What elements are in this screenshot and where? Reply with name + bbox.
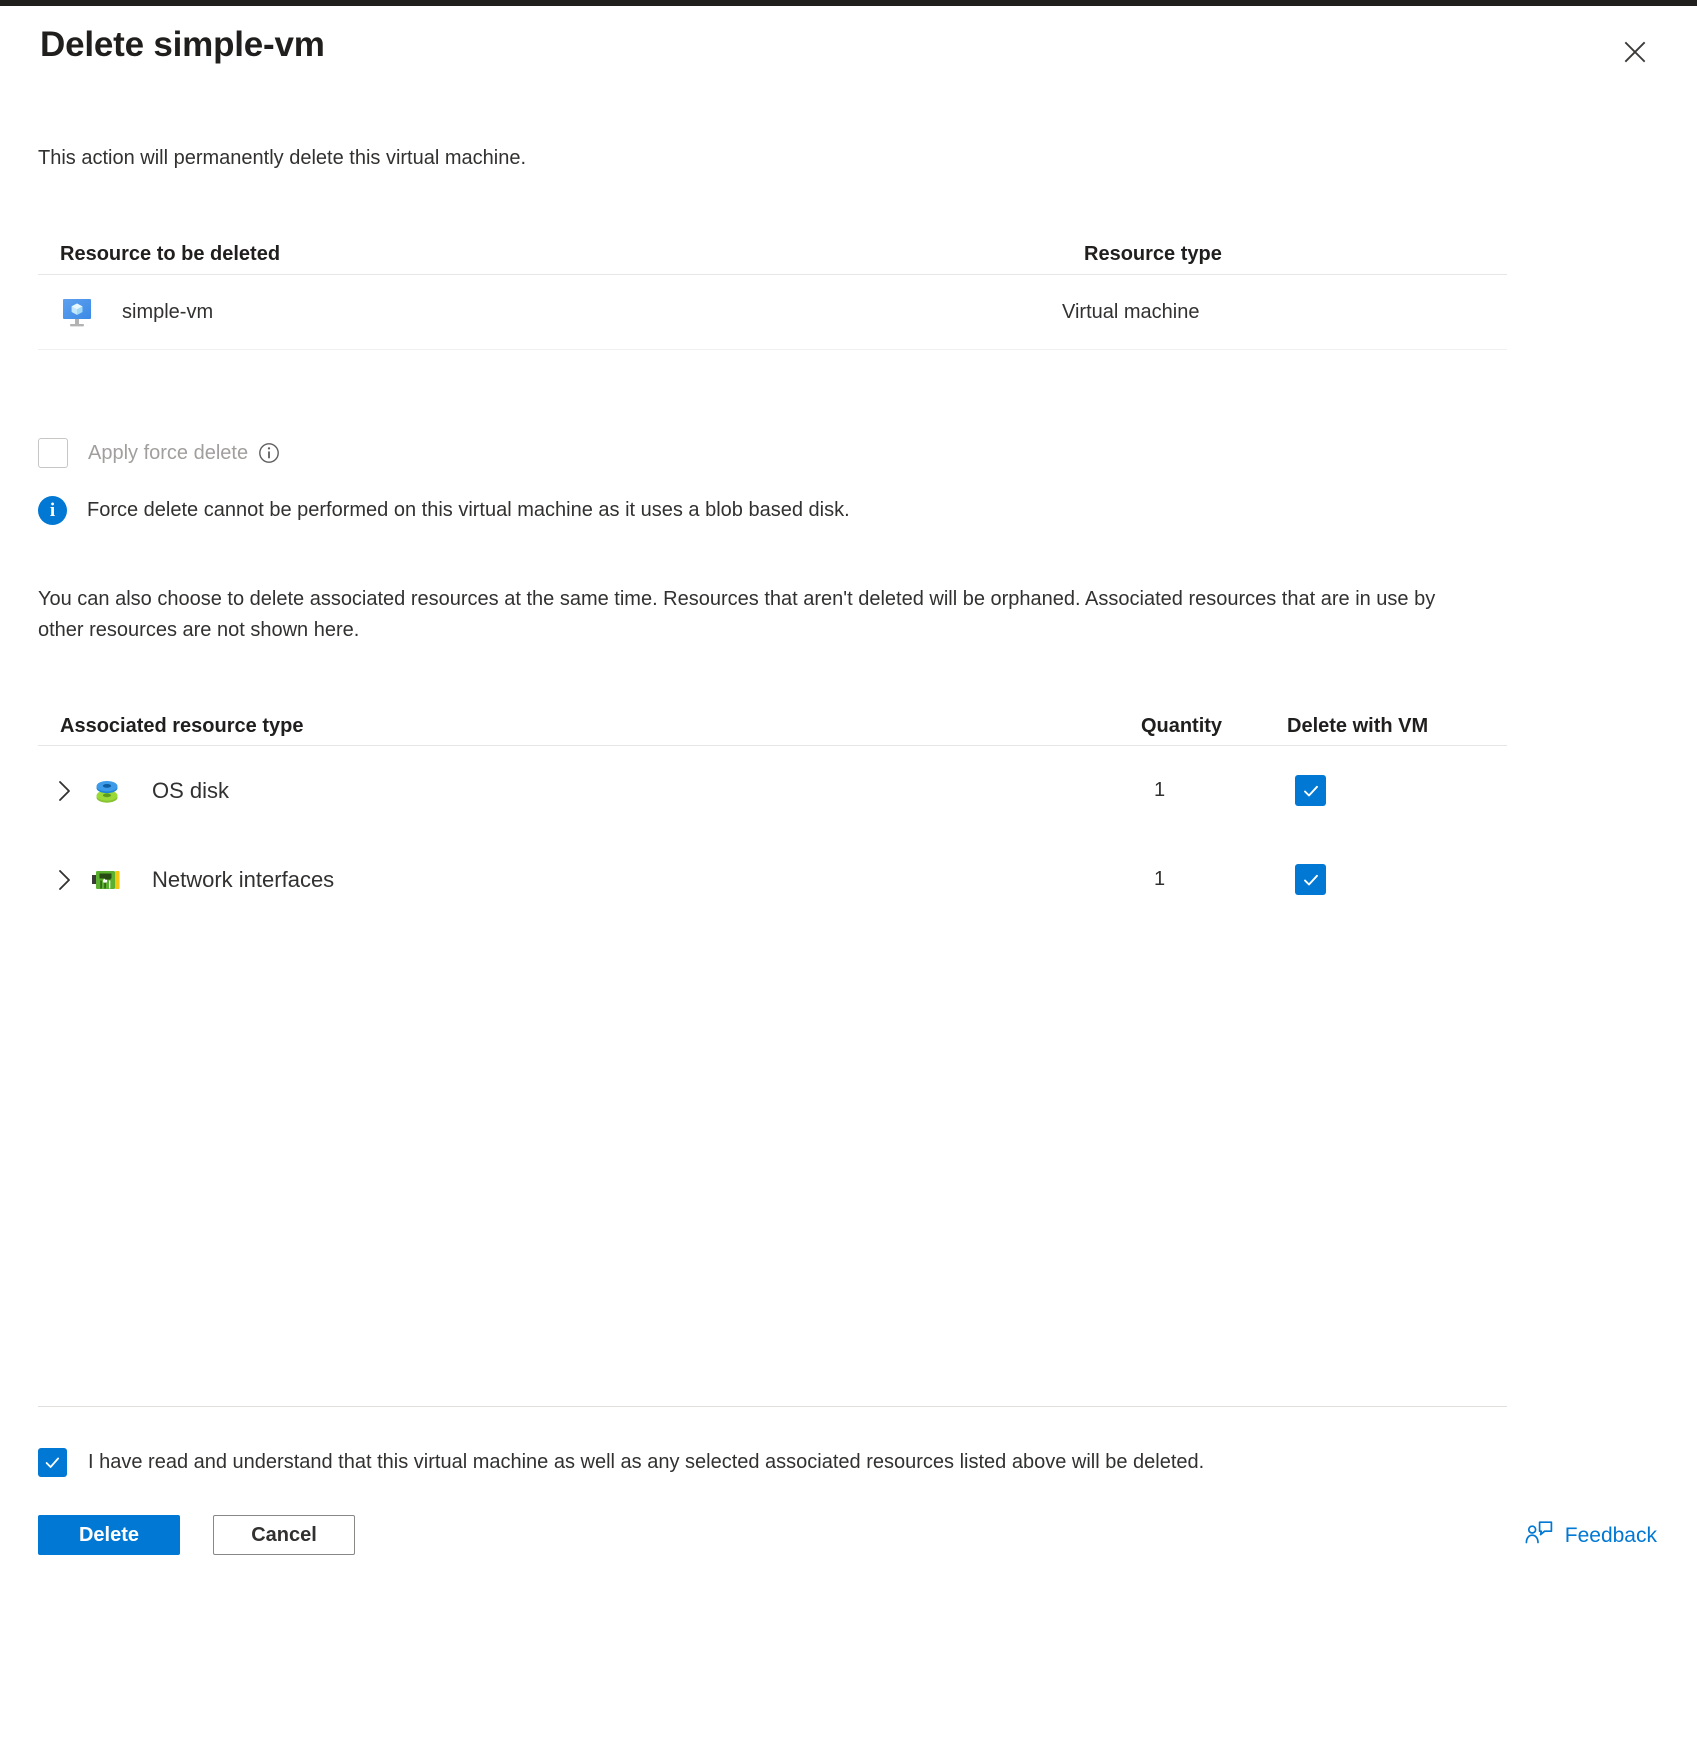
network-interface-icon-glyph — [92, 870, 120, 889]
chevron-right-icon[interactable] — [38, 867, 90, 893]
table-row: simple-vm Virtual machine — [38, 275, 1507, 350]
associated-resources-table: Associated resource type Quantity Delete… — [38, 688, 1507, 924]
table-row: Network interfaces 1 — [38, 835, 1507, 924]
column-header-quantity: Quantity — [1140, 715, 1223, 737]
delete-button[interactable]: Delete — [38, 1515, 180, 1555]
column-header-delete-with-vm: Delete with VM — [1287, 715, 1429, 737]
column-header-resource-type: Resource type — [1084, 243, 1222, 265]
footer-divider — [38, 1406, 1507, 1407]
delete-vm-blade: Delete simple-vm This action will perman… — [0, 6, 1697, 1747]
feedback-link[interactable]: Feedback — [1525, 1520, 1657, 1551]
footer-buttons: Delete Cancel — [38, 1515, 355, 1555]
acknowledgement-checkbox[interactable] — [38, 1448, 67, 1477]
info-outline-icon[interactable] — [258, 442, 280, 464]
resource-table: Resource to be deleted Resource type sim… — [38, 218, 1507, 350]
network-interface-icon — [90, 863, 124, 897]
column-header-associated-type: Associated resource type — [60, 715, 304, 737]
chevron-right-icon-glyph — [59, 869, 70, 890]
virtual-machine-icon — [58, 293, 96, 331]
resource-type-label: Virtual machine — [1062, 300, 1200, 323]
close-icon-glyph — [1624, 41, 1646, 63]
blade-header: Delete simple-vm — [40, 22, 1657, 92]
delete-with-vm-cell — [1257, 775, 1326, 806]
associated-quantity: 1 — [1153, 779, 1166, 801]
checkmark-icon — [1303, 874, 1318, 885]
associated-table-header: Associated resource type Quantity Delete… — [38, 688, 1507, 746]
associated-type-cell: OS disk — [38, 774, 1062, 808]
feedback-label: Feedback — [1564, 1523, 1657, 1547]
table-row: OS disk 1 — [38, 746, 1507, 835]
apply-force-delete-row: Apply force delete — [38, 431, 280, 475]
apply-force-delete-checkbox[interactable] — [38, 438, 68, 468]
chevron-right-icon-glyph — [59, 780, 70, 801]
acknowledgement-label: I have read and understand that this vir… — [88, 1451, 1205, 1473]
checkmark-icon — [1303, 785, 1318, 796]
delete-with-vm-checkbox[interactable] — [1295, 864, 1326, 895]
associated-resources-description: You can also choose to delete associated… — [38, 588, 1436, 641]
checkmark-icon — [45, 1457, 60, 1468]
resource-name-cell: simple-vm — [38, 293, 1062, 331]
info-outline-icon-glyph — [259, 443, 280, 463]
associated-quantity: 1 — [1153, 868, 1166, 890]
intro-text: This action will permanently delete this… — [38, 147, 526, 169]
force-delete-info-text: Force delete cannot be performed on this… — [87, 499, 850, 521]
delete-with-vm-cell — [1257, 864, 1326, 895]
resource-name-label: simple-vm — [122, 300, 214, 323]
os-disk-icon — [90, 774, 124, 808]
column-header-resource-name: Resource to be deleted — [60, 243, 281, 265]
cancel-button[interactable]: Cancel — [213, 1515, 355, 1555]
apply-force-delete-label: Apply force delete — [88, 441, 249, 464]
delete-with-vm-checkbox[interactable] — [1295, 775, 1326, 806]
chevron-right-icon[interactable] — [38, 778, 90, 804]
virtual-machine-icon-glyph — [63, 299, 91, 327]
acknowledgement-row: I have read and understand that this vir… — [38, 1448, 1204, 1477]
info-filled-icon: i — [38, 496, 67, 525]
os-disk-icon-glyph — [96, 780, 118, 803]
force-delete-info-message: i Force delete cannot be performed on th… — [38, 496, 850, 525]
feedback-person-icon — [1525, 1520, 1553, 1551]
close-icon[interactable] — [1613, 30, 1657, 74]
resource-table-header: Resource to be deleted Resource type — [38, 218, 1507, 275]
associated-type-label: OS disk — [152, 777, 230, 803]
feedback-person-icon-glyph — [1525, 1521, 1553, 1544]
associated-type-label: Network interfaces — [152, 866, 335, 892]
associated-type-cell: Network interfaces — [38, 863, 1062, 897]
page-title: Delete simple-vm — [40, 25, 325, 64]
